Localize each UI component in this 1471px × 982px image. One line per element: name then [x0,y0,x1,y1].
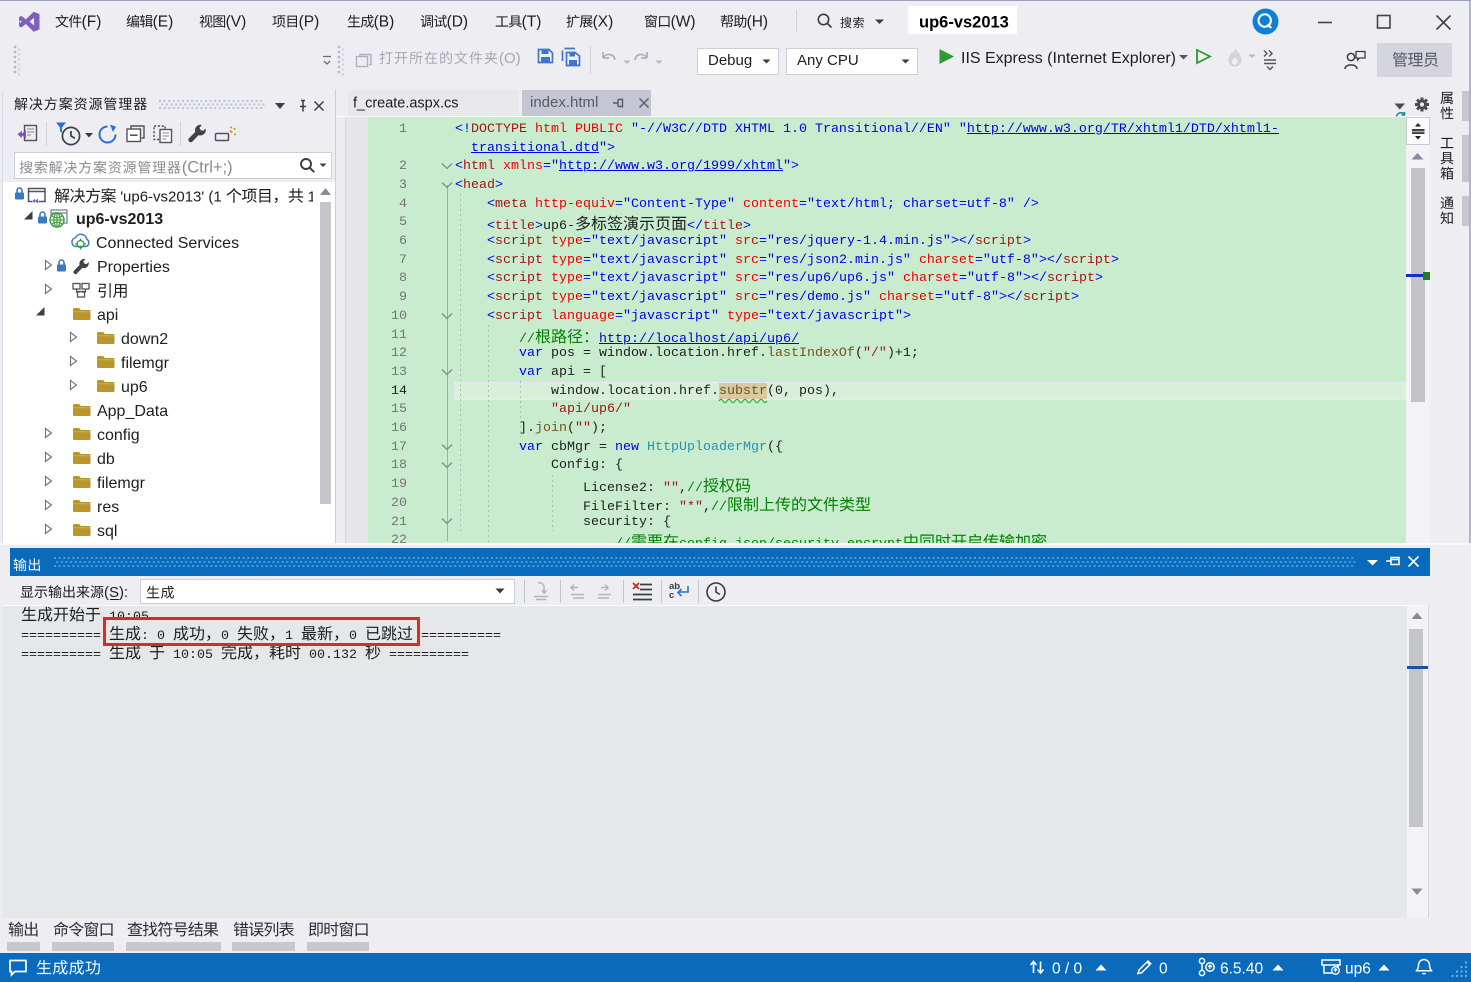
svg-text:(T): (T) [522,13,542,30]
svg-text:(E): (E) [153,13,174,30]
svg-text:f_create.aspx.cs: f_create.aspx.cs [353,95,458,111]
svg-text:(B): (B) [374,13,395,30]
svg-text:(F): (F) [82,13,102,30]
svg-text:'up6-vs2013' (1: 'up6-vs2013' (1 [116,188,226,205]
svg-text:up6-vs2013: up6-vs2013 [76,211,163,228]
svg-text:config: config [97,427,140,444]
svg-text:App_Data: App_Data [97,403,168,420]
svg-text:6.5.40: 6.5.40 [1220,960,1263,977]
svg-text:down2: down2 [121,331,168,348]
svg-text:(O): (O) [499,50,521,67]
svg-text:Connected Services: Connected Services [96,235,239,252]
svg-text:(Ctrl+;): (Ctrl+;) [181,158,232,176]
svg-text:api: api [97,307,118,324]
svg-text:0 / 0: 0 / 0 [1052,960,1082,977]
svg-text:(X): (X) [593,13,614,30]
svg-text:(P): (P) [299,13,320,30]
svg-text:(W): (W) [671,13,696,30]
svg-text:IIS Express (Internet Explorer: IIS Express (Internet Explorer) [961,49,1176,66]
svg-text:(D): (D) [447,13,469,30]
svg-text:up6: up6 [121,379,148,396]
svg-text:Properties: Properties [97,259,170,276]
svg-text:index.html: index.html [530,94,598,111]
svg-text:up6: up6 [1345,960,1371,977]
svg-text:c: c [669,590,674,601]
svg-text:1: 1 [303,188,313,205]
svg-text:(H): (H) [747,13,769,30]
svg-text:(V): (V) [226,13,247,30]
svg-text:filemgr: filemgr [97,475,146,492]
svg-text:db: db [97,451,115,468]
svg-text:filemgr: filemgr [121,355,170,372]
svg-text:0: 0 [1159,960,1168,977]
svg-text:res: res [97,499,119,516]
svg-text:up6-vs2013: up6-vs2013 [919,13,1009,31]
